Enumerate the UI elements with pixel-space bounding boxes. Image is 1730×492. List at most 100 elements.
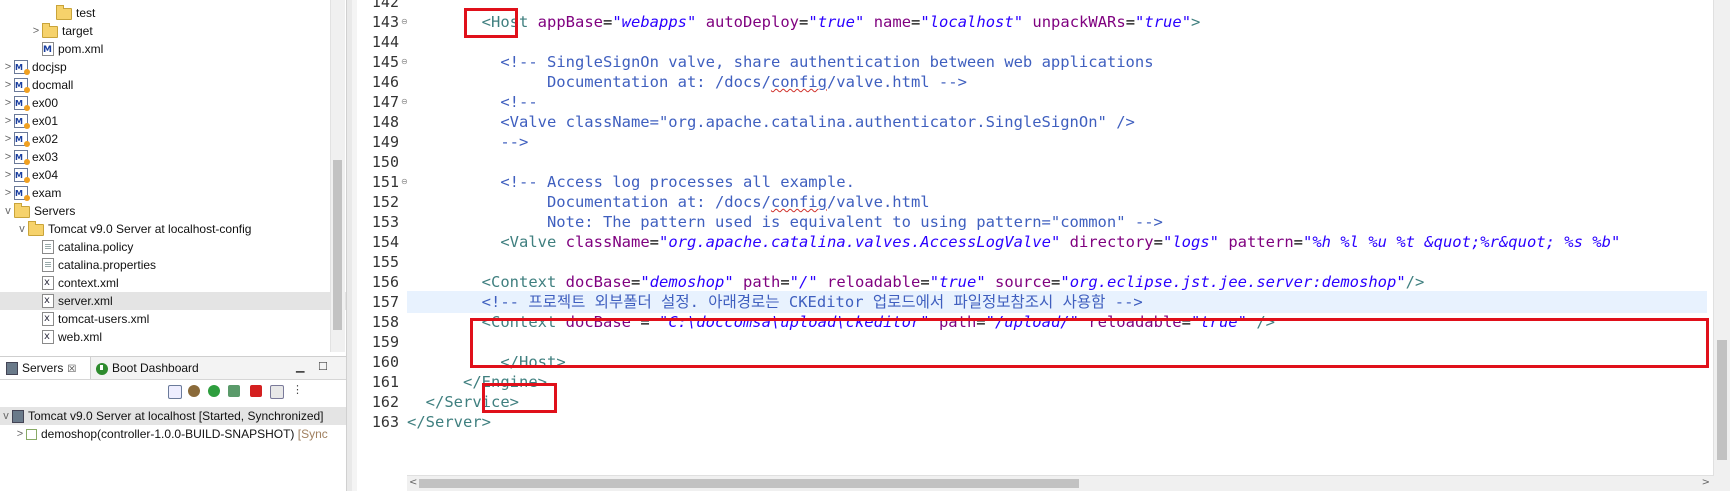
close-icon[interactable]: ☒ xyxy=(67,364,76,375)
code-line[interactable]: <!-- SingleSignOn valve, share authentic… xyxy=(407,51,1153,73)
editor-vertical-scrollbar[interactable] xyxy=(1713,0,1730,491)
explorer-item-label: web.xml xyxy=(58,330,103,344)
explorer-item[interactable]: catalina.properties xyxy=(0,256,156,274)
xml-value: "org.apache.catalina.valves.AccessLogVal… xyxy=(659,233,1061,251)
explorer-item[interactable]: > docjsp xyxy=(0,58,67,77)
chevron-down-icon[interactable]: v xyxy=(16,220,28,238)
code-line[interactable]: </Service> xyxy=(407,391,519,413)
explorer-item[interactable]: > ex00 xyxy=(0,94,58,113)
chevron-right-icon[interactable]: > xyxy=(2,112,14,130)
left-panel: test > target pom.xml > docjsp > docmall > ex00 > e… xyxy=(0,0,346,492)
code-line[interactable]: <Context docBase="demoshop" path="/" rel… xyxy=(407,271,1425,293)
explorer-item[interactable]: server.xml xyxy=(0,292,346,310)
explorer-item[interactable]: context.xml xyxy=(0,274,119,292)
code-text: = xyxy=(911,13,921,31)
stop-icon[interactable] xyxy=(250,385,262,397)
code-line[interactable]: --> xyxy=(407,131,528,153)
explorer-item[interactable]: > ex03 xyxy=(0,148,58,167)
explorer-item-label: Tomcat v9.0 Server at localhost-config xyxy=(48,222,252,236)
line-number: 160 xyxy=(371,353,399,371)
explorer-item[interactable]: > exam xyxy=(0,184,62,203)
explorer-item[interactable]: v Tomcat v9.0 Server at localhost-config xyxy=(0,220,251,238)
explorer-item[interactable]: > docmall xyxy=(0,76,74,95)
chevron-right-icon[interactable]: > xyxy=(2,130,14,148)
code-line[interactable]: <Context docBase = "C:\doccomsa\upload\c… xyxy=(407,311,1275,333)
view-menu-icon[interactable]: ⋮ xyxy=(292,384,303,397)
xml-attribute: directory xyxy=(1069,233,1154,251)
maven-project-icon xyxy=(14,59,30,77)
tab-boot-dashboard[interactable]: Boot Dashboard xyxy=(90,357,224,379)
code-line[interactable]: Note: The pattern used is equivalent to … xyxy=(407,211,1163,233)
chevron-right-icon[interactable]: > xyxy=(2,58,14,76)
folder-icon xyxy=(56,5,72,20)
servers-tab-bar: Servers ☒ Boot Dashboard ▁ ☐ xyxy=(0,357,346,380)
code-line[interactable]: Documentation at: /docs/config/valve.htm… xyxy=(407,191,930,213)
code-line[interactable]: </Host> xyxy=(407,351,565,373)
code-line[interactable]: </Server> xyxy=(407,411,491,433)
line-number: 156 xyxy=(371,273,399,291)
debug-icon[interactable] xyxy=(188,385,200,397)
explorer-item[interactable]: v Servers xyxy=(0,202,75,220)
chevron-right-icon[interactable]: > xyxy=(2,94,14,112)
chevron-down-icon[interactable]: v xyxy=(2,202,14,220)
chevron-right-icon[interactable]: > xyxy=(14,425,26,443)
explorer-item[interactable]: web.xml xyxy=(0,328,102,346)
line-number: 145 xyxy=(371,53,399,71)
code-line[interactable]: Documentation at: /docs/config/valve.htm… xyxy=(407,71,967,93)
collapse-icon[interactable] xyxy=(168,385,182,399)
explorer-item[interactable]: > ex02 xyxy=(0,130,58,149)
maven-project-icon xyxy=(14,113,30,131)
maximize-icon[interactable]: ☐ xyxy=(318,360,328,373)
start-icon[interactable] xyxy=(208,385,220,397)
chevron-right-icon[interactable]: > xyxy=(30,22,42,40)
explorer-scrollbar-thumb[interactable] xyxy=(333,160,342,330)
explorer-item[interactable]: > target xyxy=(0,22,93,40)
editor-horizontal-scrollbar[interactable]: < > xyxy=(407,475,1714,491)
maven-file-icon xyxy=(42,41,54,59)
explorer-item[interactable]: tomcat-users.xml xyxy=(0,310,149,328)
explorer-item[interactable]: catalina.policy xyxy=(0,238,133,256)
publish-icon[interactable] xyxy=(270,385,284,399)
xml-value: "true" xyxy=(1135,13,1192,31)
explorer-item-label: docjsp xyxy=(32,60,67,74)
line-number: 143 xyxy=(371,13,399,31)
scroll-right-icon[interactable]: > xyxy=(1702,477,1710,488)
editor-vertical-scrollbar-thumb[interactable] xyxy=(1717,340,1727,460)
chevron-right-icon[interactable]: > xyxy=(2,166,14,184)
profile-icon[interactable] xyxy=(228,385,240,397)
xml-editor[interactable]: 142 143 ⊖ 144 145 ⊖ 146 147 ⊖ 148 149 150 151 ⊖ 152 153… xyxy=(352,0,1730,491)
explorer-item[interactable]: pom.xml xyxy=(0,40,103,59)
xml-comment-misspelled: config xyxy=(770,73,827,91)
code-line[interactable]: </Engine> xyxy=(407,371,547,393)
editor-horizontal-scrollbar-thumb[interactable] xyxy=(419,479,1079,488)
code-area[interactable]: <Host appBase="webapps" autoDeploy="true… xyxy=(407,0,1707,491)
minimize-icon[interactable]: ▁ xyxy=(296,360,304,373)
module-row[interactable]: > demoshop(controller-1.0.0-BUILD-SNAPSHO… xyxy=(0,425,346,443)
code-line[interactable]: <!-- xyxy=(407,91,537,113)
module-icon xyxy=(26,429,37,440)
xml-tag: <Context xyxy=(481,273,557,291)
chevron-right-icon[interactable]: > xyxy=(2,148,14,166)
chevron-down-icon[interactable]: v xyxy=(0,407,12,425)
code-line[interactable]: <Host appBase="webapps" autoDeploy="true… xyxy=(407,11,1201,33)
explorer-scrollbar[interactable] xyxy=(330,0,345,352)
server-row[interactable]: v Tomcat v9.0 Server at localhost [Starte… xyxy=(0,407,346,425)
line-number: 148 xyxy=(371,113,399,131)
code-line[interactable]: <!-- 프로젝트 외부폴더 설정. 아래경로는 CKEditor 업로드에서 … xyxy=(407,291,1707,313)
tab-servers[interactable]: Servers ☒ xyxy=(0,357,91,379)
xml-attribute: reloadable xyxy=(827,273,921,291)
code-text: = xyxy=(603,13,613,31)
explorer-item[interactable]: > ex01 xyxy=(0,112,58,131)
chevron-right-icon[interactable]: > xyxy=(2,184,14,202)
code-line[interactable]: <Valve className="org.apache.catalina.au… xyxy=(407,111,1135,133)
explorer-item-label: Servers xyxy=(34,204,76,218)
scroll-left-icon[interactable]: < xyxy=(409,477,417,488)
chevron-right-icon[interactable]: > xyxy=(2,76,14,94)
explorer-item[interactable]: > ex04 xyxy=(0,166,58,185)
code-line[interactable]: <!-- Access log processes all example. xyxy=(407,171,855,193)
code-line[interactable]: <Valve className="org.apache.catalina.va… xyxy=(407,231,1620,253)
explorer-item[interactable]: test xyxy=(0,4,95,22)
